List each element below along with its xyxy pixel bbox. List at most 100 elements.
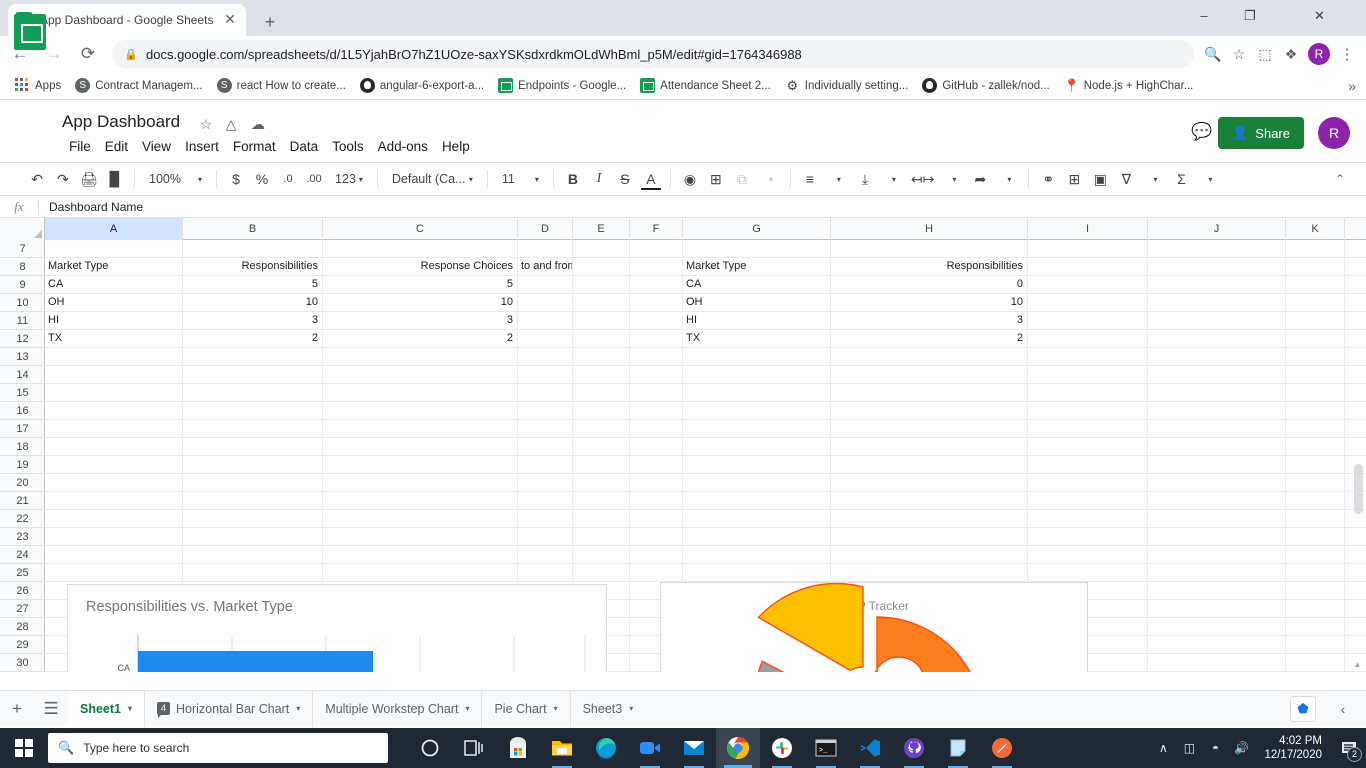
comments-icon[interactable]: 💬 xyxy=(1190,120,1214,144)
cell-E16[interactable] xyxy=(573,402,630,419)
cell-B10[interactable]: 10 xyxy=(183,294,323,311)
cell-K10[interactable] xyxy=(1286,294,1345,311)
row-header-27[interactable]: 27 xyxy=(0,600,45,618)
column-header-A[interactable]: A xyxy=(45,218,183,240)
menu-file[interactable]: File xyxy=(62,137,98,157)
chevron-down-icon[interactable]: ▾ xyxy=(826,166,852,192)
cell-F23[interactable] xyxy=(630,528,683,545)
cell-A25[interactable] xyxy=(45,564,183,581)
row-header-18[interactable]: 18 xyxy=(0,438,45,456)
cell-J13[interactable] xyxy=(1148,348,1286,365)
menu-edit[interactable]: Edit xyxy=(98,137,135,157)
select-all-corner[interactable] xyxy=(0,218,45,240)
cell-D14[interactable] xyxy=(518,366,573,383)
cell-D18[interactable] xyxy=(518,438,573,455)
window-maximize-button[interactable]: ❐ xyxy=(1227,0,1273,32)
cell-I14[interactable] xyxy=(1028,366,1148,383)
star-icon[interactable]: ☆ xyxy=(196,114,216,134)
cell-I17[interactable] xyxy=(1028,420,1148,437)
cell-J11[interactable] xyxy=(1148,312,1286,329)
menu-view[interactable]: View xyxy=(135,137,178,157)
cell-K18[interactable] xyxy=(1286,438,1345,455)
cell-A21[interactable] xyxy=(45,492,183,509)
cell-B8[interactable]: Responsibilities xyxy=(183,258,323,275)
command-prompt-icon[interactable]: >_ xyxy=(804,728,848,768)
cell-G12[interactable]: TX xyxy=(683,330,831,347)
cell-B11[interactable]: 3 xyxy=(183,312,323,329)
page-zoom-icon[interactable]: 🔍 xyxy=(1200,41,1226,67)
borders-icon[interactable]: ⊞ xyxy=(703,166,729,192)
cell-C16[interactable] xyxy=(323,402,518,419)
cell-G25[interactable] xyxy=(683,564,831,581)
reload-icon[interactable]: ⟳ xyxy=(74,40,102,68)
cell-F8[interactable] xyxy=(630,258,683,275)
cell-E18[interactable] xyxy=(573,438,630,455)
menu-add-ons[interactable]: Add-ons xyxy=(371,137,435,157)
cell-I21[interactable] xyxy=(1028,492,1148,509)
menu-help[interactable]: Help xyxy=(435,137,477,157)
cell-F25[interactable] xyxy=(630,564,683,581)
cell-D19[interactable] xyxy=(518,456,573,473)
redo-icon[interactable]: ↷ xyxy=(50,166,76,192)
cell-B14[interactable] xyxy=(183,366,323,383)
cortana-icon[interactable] xyxy=(408,728,452,768)
browser-menu-icon[interactable]: ⋮ xyxy=(1334,45,1360,63)
cell-I22[interactable] xyxy=(1028,510,1148,527)
formula-input[interactable]: Dashboard Name xyxy=(39,200,1366,214)
cell-C25[interactable] xyxy=(323,564,518,581)
cell-B9[interactable]: 5 xyxy=(183,276,323,293)
cell-E12[interactable] xyxy=(573,330,630,347)
cell-H11[interactable]: 3 xyxy=(831,312,1028,329)
row-header-13[interactable]: 13 xyxy=(0,348,45,366)
bookmarks-overflow-icon[interactable]: » xyxy=(1348,78,1356,94)
bookmark-star-icon[interactable]: ☆ xyxy=(1226,41,1252,67)
cell-C15[interactable] xyxy=(323,384,518,401)
vertical-align-icon[interactable]: ⤓ xyxy=(852,166,878,192)
cell-K12[interactable] xyxy=(1286,330,1345,347)
cell-K27[interactable] xyxy=(1286,600,1345,617)
cell-D11[interactable] xyxy=(518,312,573,329)
cell-H21[interactable] xyxy=(831,492,1028,509)
cell-I24[interactable] xyxy=(1028,546,1148,563)
cell-I13[interactable] xyxy=(1028,348,1148,365)
row-header-30[interactable]: 30 xyxy=(0,654,45,672)
cell-G11[interactable]: HI xyxy=(683,312,831,329)
cell-J20[interactable] xyxy=(1148,474,1286,491)
cell-C14[interactable] xyxy=(323,366,518,383)
file-explorer-icon[interactable] xyxy=(540,728,584,768)
cell-J7[interactable] xyxy=(1148,240,1286,257)
cell-H10[interactable]: 10 xyxy=(831,294,1028,311)
column-header-K[interactable]: K xyxy=(1286,218,1345,240)
google-sheets-logo-icon[interactable] xyxy=(14,14,46,50)
microsoft-edge-icon[interactable] xyxy=(584,728,628,768)
cell-F21[interactable] xyxy=(630,492,683,509)
row-header-19[interactable]: 19 xyxy=(0,456,45,474)
row-header-14[interactable]: 14 xyxy=(0,366,45,384)
cell-G10[interactable]: OH xyxy=(683,294,831,311)
chevron-down-icon[interactable]: ▾ xyxy=(465,704,469,713)
show-hidden-icons-chevron-icon[interactable]: ∧ xyxy=(1150,728,1176,768)
cell-E22[interactable] xyxy=(573,510,630,527)
paint-format-icon[interactable]: ▉ xyxy=(102,166,128,192)
cell-G17[interactable] xyxy=(683,420,831,437)
cell-A15[interactable] xyxy=(45,384,183,401)
horizontal-bar-chart[interactable]: Responsibilities vs. Market Type CA OH H… xyxy=(67,584,607,672)
cell-J15[interactable] xyxy=(1148,384,1286,401)
bookmark-angular-6-export[interactable]: angular-6-export-a... xyxy=(353,75,491,97)
window-minimize-button[interactable]: – xyxy=(1181,0,1227,32)
cell-G18[interactable] xyxy=(683,438,831,455)
menu-tools[interactable]: Tools xyxy=(325,137,371,157)
bookmark-attendance-sheet[interactable]: Attendance Sheet 2... xyxy=(633,75,778,97)
cell-E13[interactable] xyxy=(573,348,630,365)
cell-D21[interactable] xyxy=(518,492,573,509)
cell-J25[interactable] xyxy=(1148,564,1286,581)
cell-E9[interactable] xyxy=(573,276,630,293)
cell-A12[interactable]: TX xyxy=(45,330,183,347)
cell-H12[interactable]: 2 xyxy=(831,330,1028,347)
horizontal-align-icon[interactable]: ≡ xyxy=(797,166,823,192)
cell-H20[interactable] xyxy=(831,474,1028,491)
more-formats-control[interactable]: 123 ▾ xyxy=(327,166,371,192)
bookmark-apps[interactable]: Apps xyxy=(8,75,68,97)
cell-H8[interactable]: Responsibilities xyxy=(831,258,1028,275)
text-rotation-icon[interactable]: ➦ xyxy=(967,166,993,192)
